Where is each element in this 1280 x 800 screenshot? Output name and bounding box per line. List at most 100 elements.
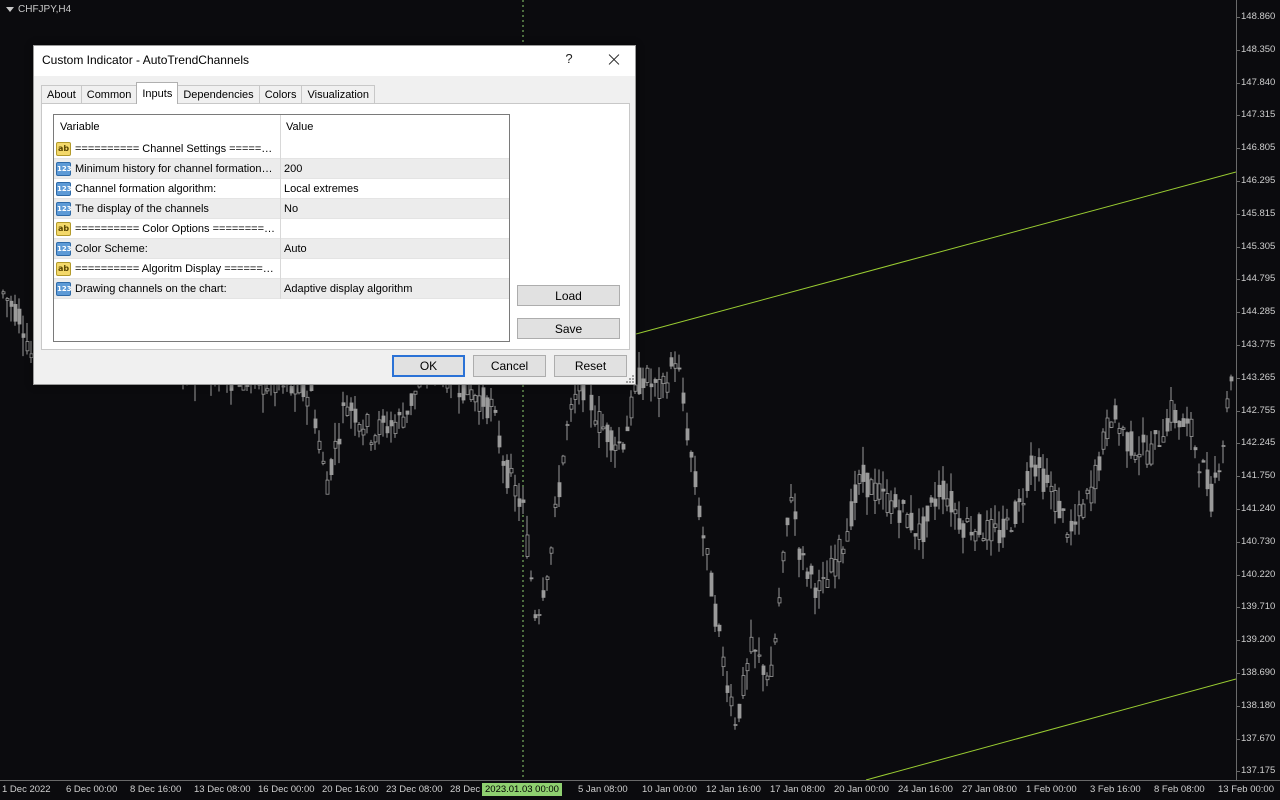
help-button[interactable]: ?: [560, 51, 578, 69]
table-row[interactable]: 123 Color Scheme: Auto: [54, 239, 509, 259]
table-row[interactable]: ab ========== Color Options ==========: [54, 219, 509, 239]
time-tick-label: 10 Jan 00:00: [642, 784, 697, 795]
price-tick-label: 146.805: [1236, 142, 1276, 154]
price-tick-label: 147.840: [1236, 76, 1276, 88]
tab-colors[interactable]: Colors: [258, 85, 303, 104]
price-tick-label: 141.240: [1236, 503, 1276, 514]
price-tick-label: 140.730: [1236, 535, 1276, 547]
channel-upper-line: [635, 171, 1236, 335]
table-row[interactable]: 123 Minimum history for channel formation…: [54, 159, 509, 179]
tab-visualization[interactable]: Visualization: [301, 85, 376, 104]
price-tick-label: 142.755: [1236, 404, 1276, 416]
tab-common[interactable]: Common: [80, 85, 138, 104]
row-value[interactable]: Auto: [284, 243, 307, 255]
channel-lower-line: [865, 678, 1236, 780]
time-tick-label: 3 Feb 16:00: [1090, 784, 1141, 795]
reset-button[interactable]: Reset: [554, 355, 627, 377]
time-tick-label: 6 Dec 00:00: [66, 784, 118, 795]
column-divider[interactable]: [280, 115, 281, 299]
row-value[interactable]: 200: [284, 163, 302, 175]
price-tick-label: 144.795: [1236, 273, 1276, 285]
row-variable: Color Scheme:: [75, 243, 148, 255]
price-tick-label: 137.670: [1236, 732, 1276, 744]
cancel-button[interactable]: Cancel: [473, 355, 546, 377]
price-tick-label: 145.815: [1236, 207, 1276, 219]
price-tick-label: 145.305: [1236, 240, 1276, 252]
row-variable: Minimum history for channel formation (b…: [75, 163, 275, 175]
tab-inputs[interactable]: Inputs: [136, 82, 179, 104]
table-row[interactable]: 123 Channel formation algorithm: Local ext…: [54, 179, 509, 199]
close-icon[interactable]: [604, 50, 624, 70]
row-variable: ========== Color Options ==========: [75, 223, 275, 235]
crosshair-time-label: 2023.01.03 00:00: [482, 783, 562, 796]
row-variable: ========== Channel Settings ==========: [75, 143, 275, 155]
row-variable: Channel formation algorithm:: [75, 183, 217, 195]
tab-dependencies[interactable]: Dependencies: [177, 85, 260, 104]
price-tick-label: 141.750: [1236, 470, 1276, 482]
symbol-label[interactable]: CHFJPY,H4: [6, 4, 71, 15]
price-tick-label: 137.175: [1236, 765, 1276, 777]
time-tick-label: 27 Jan 08:00: [962, 784, 1017, 795]
chevron-down-icon: [6, 7, 14, 12]
price-tick-label: 138.690: [1236, 667, 1276, 678]
number-type-icon: 123: [56, 182, 72, 196]
table-row[interactable]: 123 Drawing channels on the chart: Adaptiv…: [54, 279, 509, 299]
ok-button[interactable]: OK: [392, 355, 465, 377]
price-tick-label: 139.710: [1236, 601, 1276, 613]
dialog-title: Custom Indicator - AutoTrendChannels: [42, 53, 249, 67]
column-header-variable[interactable]: Variable: [60, 121, 100, 133]
time-tick-label: 1 Feb 00:00: [1026, 784, 1077, 795]
price-tick-label: 138.180: [1236, 699, 1276, 711]
time-tick-label: 13 Dec 08:00: [194, 784, 251, 795]
row-value[interactable]: Adaptive display algorithm: [284, 283, 412, 295]
time-tick-label: 24 Jan 16:00: [898, 784, 953, 795]
price-axis[interactable]: 148.860 148.350 147.840 147.315 146.805 146.2…: [1236, 0, 1280, 780]
time-tick-label: 20 Dec 16:00: [322, 784, 379, 795]
table-row[interactable]: ab ========== Algoritm Display ==========: [54, 259, 509, 279]
inputs-grid[interactable]: Variable Value ab ========== Channel Sett…: [53, 114, 510, 342]
time-tick-label: 17 Jan 08:00: [770, 784, 825, 795]
time-axis[interactable]: 1 Dec 2022 6 Dec 00:00 8 Dec 16:00 13 Dec 0…: [0, 780, 1280, 800]
table-row[interactable]: 123 The display of the channels No: [54, 199, 509, 219]
column-header-value[interactable]: Value: [286, 121, 313, 133]
row-value[interactable]: Local extremes: [284, 183, 359, 195]
price-tick-label: 143.775: [1236, 339, 1276, 350]
resize-grip-icon[interactable]: [626, 375, 634, 383]
time-tick-label: 5 Jan 08:00: [578, 784, 628, 795]
time-tick-label: 8 Feb 08:00: [1154, 784, 1205, 795]
row-variable: ========== Algoritm Display ==========: [75, 263, 275, 275]
tab-bar: About Common Inputs Dependencies Colors …: [41, 82, 376, 104]
inputs-panel: Variable Value ab ========== Channel Sett…: [41, 103, 630, 350]
time-tick-label: 1 Dec 2022: [2, 784, 51, 795]
number-type-icon: 123: [56, 202, 72, 216]
time-tick-label: 23 Dec 08:00: [386, 784, 443, 795]
number-type-icon: 123: [56, 162, 72, 176]
price-tick-label: 147.315: [1236, 109, 1276, 121]
number-type-icon: 123: [56, 282, 72, 296]
symbol-text: CHFJPY,H4: [18, 4, 72, 15]
row-variable: Drawing channels on the chart:: [75, 283, 227, 295]
time-tick-label: 13 Feb 00:00: [1218, 784, 1274, 795]
price-tick-label: 143.265: [1236, 371, 1276, 383]
string-type-icon: ab: [56, 222, 71, 236]
grid-header: Variable Value: [54, 115, 509, 139]
price-tick-label: 139.200: [1236, 634, 1276, 646]
save-button[interactable]: Save: [517, 318, 620, 339]
table-row[interactable]: ab ========== Channel Settings ==========: [54, 139, 509, 159]
row-variable: The display of the channels: [75, 203, 209, 215]
price-tick-label: 148.860: [1236, 11, 1276, 22]
tab-about[interactable]: About: [41, 85, 82, 104]
price-tick-label: 140.220: [1236, 568, 1276, 580]
price-tick-label: 142.245: [1236, 437, 1276, 449]
number-type-icon: 123: [56, 242, 72, 256]
load-button[interactable]: Load: [517, 285, 620, 306]
dialog-titlebar[interactable]: Custom Indicator - AutoTrendChannels ?: [34, 46, 635, 76]
row-value[interactable]: No: [284, 203, 298, 215]
time-tick-label: 12 Jan 16:00: [706, 784, 761, 795]
time-tick-label: 28 Dec: [450, 784, 481, 795]
time-tick-label: 16 Dec 00:00: [258, 784, 315, 795]
string-type-icon: ab: [56, 262, 71, 276]
price-tick-label: 146.295: [1236, 175, 1276, 186]
custom-indicator-dialog: Custom Indicator - AutoTrendChannels ? A…: [33, 45, 636, 385]
price-tick-label: 148.350: [1236, 43, 1276, 55]
